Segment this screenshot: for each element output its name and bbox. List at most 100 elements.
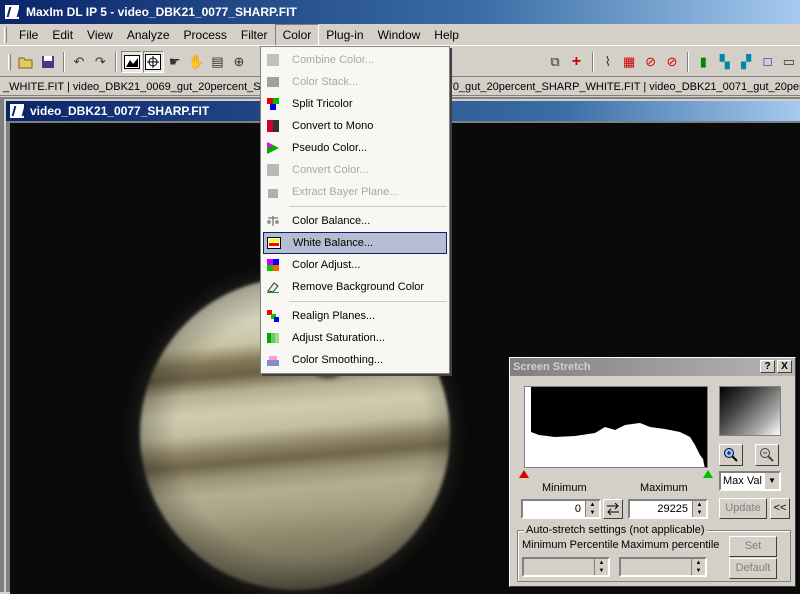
min-percentile-spinner[interactable]: ▲ ▼ (594, 559, 608, 575)
menu-help[interactable]: Help (427, 25, 466, 45)
screen-stretch-title-bar[interactable]: Screen Stretch (510, 358, 795, 376)
menu-color[interactable]: Color (274, 23, 320, 46)
squares-icon[interactable]: ▞ (736, 51, 756, 73)
window-icon[interactable]: ▭ (779, 51, 799, 73)
menu-view[interactable]: View (80, 25, 120, 45)
close-button[interactable]: X (777, 360, 792, 373)
chevron-down-icon[interactable]: ▼ (765, 473, 779, 489)
menu-item-remove-background-color[interactable]: Remove Background Color (261, 276, 449, 298)
max-percentile-field[interactable]: ▲ ▼ (619, 557, 707, 577)
max-stretch-marker[interactable] (703, 470, 713, 478)
menu-item-adjust-saturation[interactable]: Adjust Saturation... (261, 327, 449, 349)
layers-icon[interactable]: ▚ (715, 51, 735, 73)
file-tool-icon[interactable]: ▤ (207, 51, 227, 73)
grid-icon[interactable]: ▦ (619, 51, 639, 73)
maxim-logo-icon (4, 4, 20, 20)
menu-separator (289, 301, 447, 302)
toolbar-grip (8, 53, 11, 70)
pointer-tool-icon[interactable]: ☛ (165, 51, 185, 73)
help-button[interactable]: ? (760, 360, 775, 373)
menu-plug-in[interactable]: Plug-in (319, 25, 370, 45)
white-balance-icon (267, 237, 281, 249)
open-file-icon[interactable] (16, 51, 36, 73)
image-window-icon (9, 103, 25, 119)
stretch-preview-gradient (719, 386, 781, 436)
bar-chart-icon[interactable]: ▮ (693, 51, 713, 73)
no-symbol-alt-icon[interactable]: ⊘ (662, 51, 682, 73)
menu-item-realign-planes[interactable]: Realign Planes... (261, 305, 449, 327)
menu-window[interactable]: Window (371, 25, 428, 45)
menu-item-white-balance[interactable]: White Balance... (263, 232, 447, 254)
color-smoothing-icon (267, 356, 279, 366)
color-stack-icon (267, 77, 279, 87)
menu-item-color-balance[interactable]: Color Balance... (261, 210, 449, 232)
undo-icon[interactable]: ↶ (69, 51, 89, 73)
menu-item-color-adjust[interactable]: Color Adjust... (261, 254, 449, 276)
combine-color-icon (267, 54, 279, 66)
min-percentile-field[interactable]: ▲ ▼ (522, 557, 610, 577)
pseudo-color-icon (267, 142, 279, 154)
save-icon[interactable] (37, 51, 57, 73)
swap-arrows-icon (607, 503, 619, 515)
menubar-grip (4, 26, 7, 43)
square-icon[interactable]: □ (757, 51, 777, 73)
zoom-in-tool-icon[interactable]: ⊕ (229, 51, 249, 73)
update-button[interactable]: Update (719, 498, 767, 519)
minimum-label: Minimum (542, 482, 587, 494)
zoom-out-button[interactable] (755, 444, 779, 466)
maximum-value: 29225 (657, 503, 688, 515)
toolbar-separator (687, 51, 690, 72)
max-percentile-spinner[interactable]: ▲ ▼ (691, 559, 705, 575)
min-stretch-marker[interactable] (519, 470, 529, 478)
swap-button[interactable] (603, 499, 623, 519)
menu-item-split-tricolor[interactable]: Split Tricolor (261, 93, 449, 115)
add-cross-icon[interactable]: + (566, 51, 586, 73)
stretch-mode-value: Max Val (723, 475, 762, 487)
color-adjust-icon (267, 259, 279, 271)
menu-process[interactable]: Process (177, 25, 234, 45)
maximum-spinner[interactable]: ▲ ▼ (692, 501, 706, 517)
zoom-in-icon (724, 448, 738, 462)
app-title: MaxIm DL IP 5 - video_DBK21_0077_SHARP.F… (26, 5, 297, 19)
menu-item-color-stack: Color Stack... (261, 71, 449, 93)
screen-stretch-tool-icon[interactable] (121, 50, 143, 73)
toolbar-separator (591, 51, 594, 72)
convert-color-icon (267, 164, 279, 176)
menu-item-extract-bayer-plane: Extract Bayer Plane... (261, 181, 449, 203)
menu-file[interactable]: File (12, 25, 45, 45)
copy-icon[interactable]: ⧉ (545, 51, 565, 73)
collapse-button[interactable]: << (770, 498, 790, 519)
convert-to-mono-icon (267, 120, 279, 132)
hand-tool-icon[interactable]: ✋ (186, 51, 206, 73)
split-tricolor-icon (267, 98, 279, 110)
menu-filter[interactable]: Filter (234, 25, 275, 45)
zoom-in-button[interactable] (719, 444, 743, 466)
stretch-mode-select[interactable]: Max Val ▼ (719, 471, 781, 491)
screen-stretch-dialog: Screen Stretch ? X Minimum Maximum 0 ▲ ▼ … (509, 357, 796, 587)
color-menu-dropdown: Combine Color... Color Stack... Split Tr… (260, 46, 450, 374)
minimum-value-field[interactable]: 0 ▲ ▼ (521, 499, 601, 519)
menu-item-color-smoothing[interactable]: Color Smoothing... (261, 349, 449, 371)
crosshair-tool-icon[interactable] (143, 50, 164, 73)
set-button[interactable]: Set (729, 536, 777, 557)
redo-icon[interactable]: ↷ (90, 51, 110, 73)
max-percentile-label: Maximum percentile (621, 539, 720, 551)
screen-stretch-title: Screen Stretch (513, 361, 591, 373)
zoom-out-icon (760, 448, 774, 462)
eraser-icon (267, 282, 279, 293)
histogram-display[interactable] (524, 386, 708, 468)
maximum-label: Maximum (640, 482, 688, 494)
menu-item-pseudo-color[interactable]: Pseudo Color... (261, 137, 449, 159)
app-title-bar: MaxIm DL IP 5 - video_DBK21_0077_SHARP.F… (0, 0, 800, 24)
maximum-value-field[interactable]: 29225 ▲ ▼ (628, 499, 708, 519)
color-balance-icon (267, 216, 279, 226)
menu-item-convert-to-mono[interactable]: Convert to Mono (261, 115, 449, 137)
toolbar-separator (115, 51, 118, 72)
menu-edit[interactable]: Edit (45, 25, 80, 45)
broom-icon[interactable]: ⌇ (598, 51, 618, 73)
realign-planes-icon (267, 310, 279, 322)
minimum-spinner[interactable]: ▲ ▼ (585, 501, 599, 517)
menu-analyze[interactable]: Analyze (120, 25, 177, 45)
default-button[interactable]: Default (729, 558, 777, 579)
no-symbol-icon[interactable]: ⊘ (640, 51, 660, 73)
